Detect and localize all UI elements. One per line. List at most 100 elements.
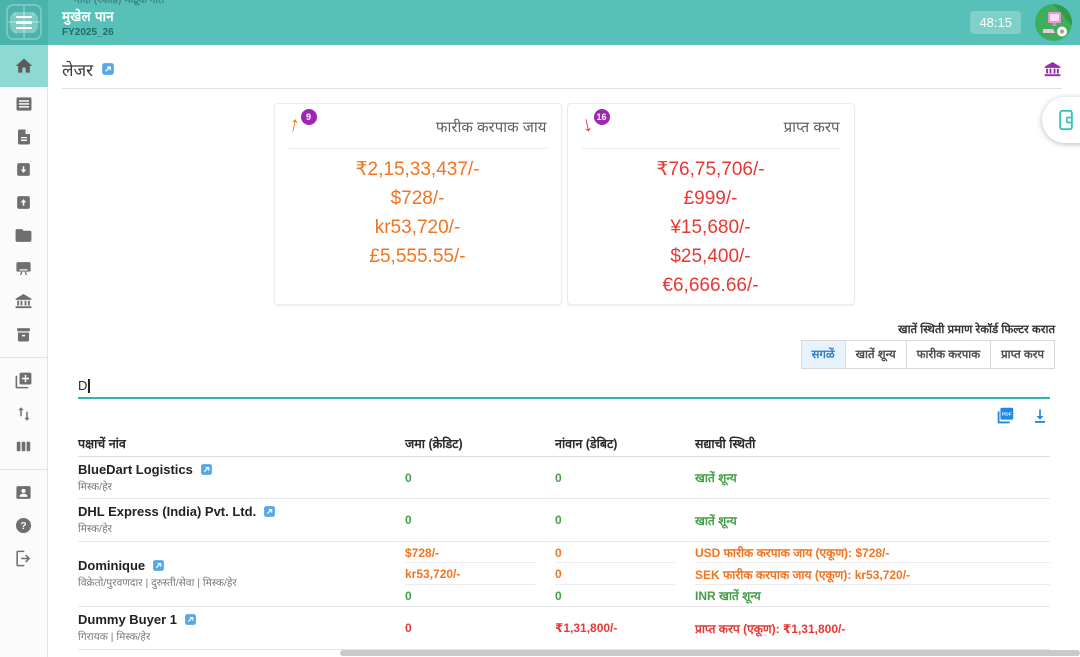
table-row: DHL Express (India) Pvt. Ltd. मिस्क/हेर … [78,499,1050,542]
party-tags: गिरायक | मिस्क/हेर [78,630,405,644]
amount: €6,666.66/- [582,271,840,300]
horizontal-scrollbar[interactable] [340,650,1080,656]
search-input[interactable]: D [78,375,1050,399]
document-icon [15,127,33,147]
amount: ¥15,680/- [582,213,840,242]
sidebar-item-logout[interactable] [0,542,48,575]
open-in-new-icon [101,62,115,76]
filter-tab-zero[interactable]: खातें शून्य [845,340,907,369]
debit-value: 0 [555,546,582,560]
bank-accounts-button[interactable] [1043,60,1062,79]
sidebar-item-records[interactable] [0,87,48,120]
sidebar-item-inbox[interactable] [0,153,48,186]
col-status: सद्याची स्थिती [695,435,1050,452]
table-row: Dominique विक्रेतो/पुरवणदार | दुरुस्ती/स… [78,542,1050,607]
filter-tab-receivable[interactable]: प्राप्त करप [990,340,1055,369]
avatar-computer-icon [1035,4,1072,41]
party-open-link[interactable] [200,463,213,476]
credit-value: 0 [405,621,432,635]
debit-value: 0 [555,513,582,527]
menu-icon[interactable] [10,12,38,33]
sidebar-item-outbox[interactable] [0,186,48,219]
party-name[interactable]: Dominique [78,558,145,573]
home-icon [14,56,34,76]
party-open-link[interactable] [152,559,165,572]
bank-icon [14,292,33,311]
text-caret [88,379,90,393]
swap-vert-icon [15,405,33,423]
debit-value: 0 [555,567,582,581]
status-filter-tabs: सगळें खातें शून्य फारीक करपाक प्राप्त कर… [802,340,1055,369]
sidebar-item-display[interactable] [0,252,48,285]
payable-card-title: फारीक करपाक जाय [315,114,547,137]
payable-card: ↑ 9 फारीक करपाक जाय ₹2,15,33,437/- $728/… [274,103,562,305]
monitor-icon [14,259,33,278]
party-name[interactable]: Dummy Buyer 1 [78,612,177,627]
receivable-arrow: ↓ 16 [582,114,608,136]
party-name[interactable]: BlueDart Logistics [78,462,193,477]
debit-value: 0 [555,589,582,603]
receivable-amounts: ₹76,75,706/- £999/- ¥15,680/- $25,400/- … [582,155,840,300]
open-in-new-icon [200,463,213,476]
sidebar-item-add-library[interactable] [0,364,48,397]
columns-icon [14,437,33,456]
ledger-open-link[interactable] [101,62,115,76]
page-title: लेजर [62,58,93,81]
receivable-count-badge: 16 [594,109,610,125]
top-app-bar: + + × − नोंदी (रेकॉर्ड) मेळूंक नात मुखेल… [0,0,1080,45]
sidebar-item-archive[interactable] [0,318,48,351]
sidebar-item-columns[interactable] [0,430,48,463]
party-open-link[interactable] [184,613,197,626]
status-value: SEK फारीक करपाक जाय (एकूण): kr53,720/- [695,566,910,583]
sidebar-item-home[interactable] [0,45,48,87]
download-button[interactable] [1030,406,1050,426]
page-header-title: मुखेल पान [62,7,114,25]
sidebar-item-contacts[interactable] [0,476,48,509]
contact-badge-icon [14,483,33,502]
col-party-name: पक्षाचें नांव [78,435,405,452]
summary-cards: ↑ 9 फारीक करपाक जाय ₹2,15,33,437/- $728/… [48,103,1080,305]
col-debit: नांवान (डेबिट) [555,435,695,452]
col-credit: जमा (क्रेडिट) [405,435,555,452]
svg-text:?: ? [20,521,26,532]
sidebar-item-files[interactable] [0,219,48,252]
credit-value: 0 [405,589,432,603]
pdf-icon: PDF [994,405,1016,427]
sidebar-item-transfers[interactable] [0,397,48,430]
payable-arrow: ↑ 9 [289,114,315,136]
filter-tab-payable[interactable]: फारीक करपाक [906,340,991,369]
sidebar-item-help[interactable]: ? [0,509,48,542]
down-arrow-icon: ↓ [579,113,594,137]
sidebar-item-bank[interactable] [0,285,48,318]
status-value: खातें शून्य [695,469,737,486]
archive-icon [14,325,33,344]
avatar[interactable] [1035,4,1072,41]
credit-value: $728/- [405,546,459,560]
open-in-new-icon [184,613,197,626]
card-divider [289,148,547,149]
table-row: Dummy Buyer 1 गिरायक | मिस्क/हेर 0 ₹1,31… [78,607,1050,650]
logout-icon [14,549,33,568]
mobile-export-button[interactable] [1042,97,1080,143]
filter-label: खातें स्थिती प्रमाण रेकॉर्ड फिल्टर करात [898,322,1055,337]
ledger-table: पक्षाचें नांव जमा (क्रेडिट) नांवान (डेबि… [78,431,1050,650]
sidebar-item-documents[interactable] [0,120,48,153]
inbox-up-icon [14,193,33,212]
party-name[interactable]: DHL Express (India) Pvt. Ltd. [78,504,256,519]
amount: ₹76,75,706/- [582,155,840,184]
status-value: USD फारीक करपाक जाय (एकूण): $728/- [695,544,889,561]
inbox-down-icon [14,160,33,179]
filter-tab-all[interactable]: सगळें [801,340,846,369]
svg-text:PDF: PDF [1002,412,1012,418]
main-content: लेजर ↑ 9 फारीक करपाक जाय ₹2,15,33,437/- … [48,45,1080,657]
export-pdf-button[interactable]: PDF [994,405,1016,427]
credit-value: 0 [405,513,432,527]
sidebar-divider [0,357,48,358]
credit-value: kr53,720/- [405,567,480,581]
party-open-link[interactable] [263,505,276,518]
amount: £999/- [582,184,840,213]
header-divider [62,88,1062,89]
app-logo[interactable]: + + × − [0,0,48,45]
mobile-export-icon [1056,109,1076,131]
up-arrow-icon: ↑ [286,113,301,137]
